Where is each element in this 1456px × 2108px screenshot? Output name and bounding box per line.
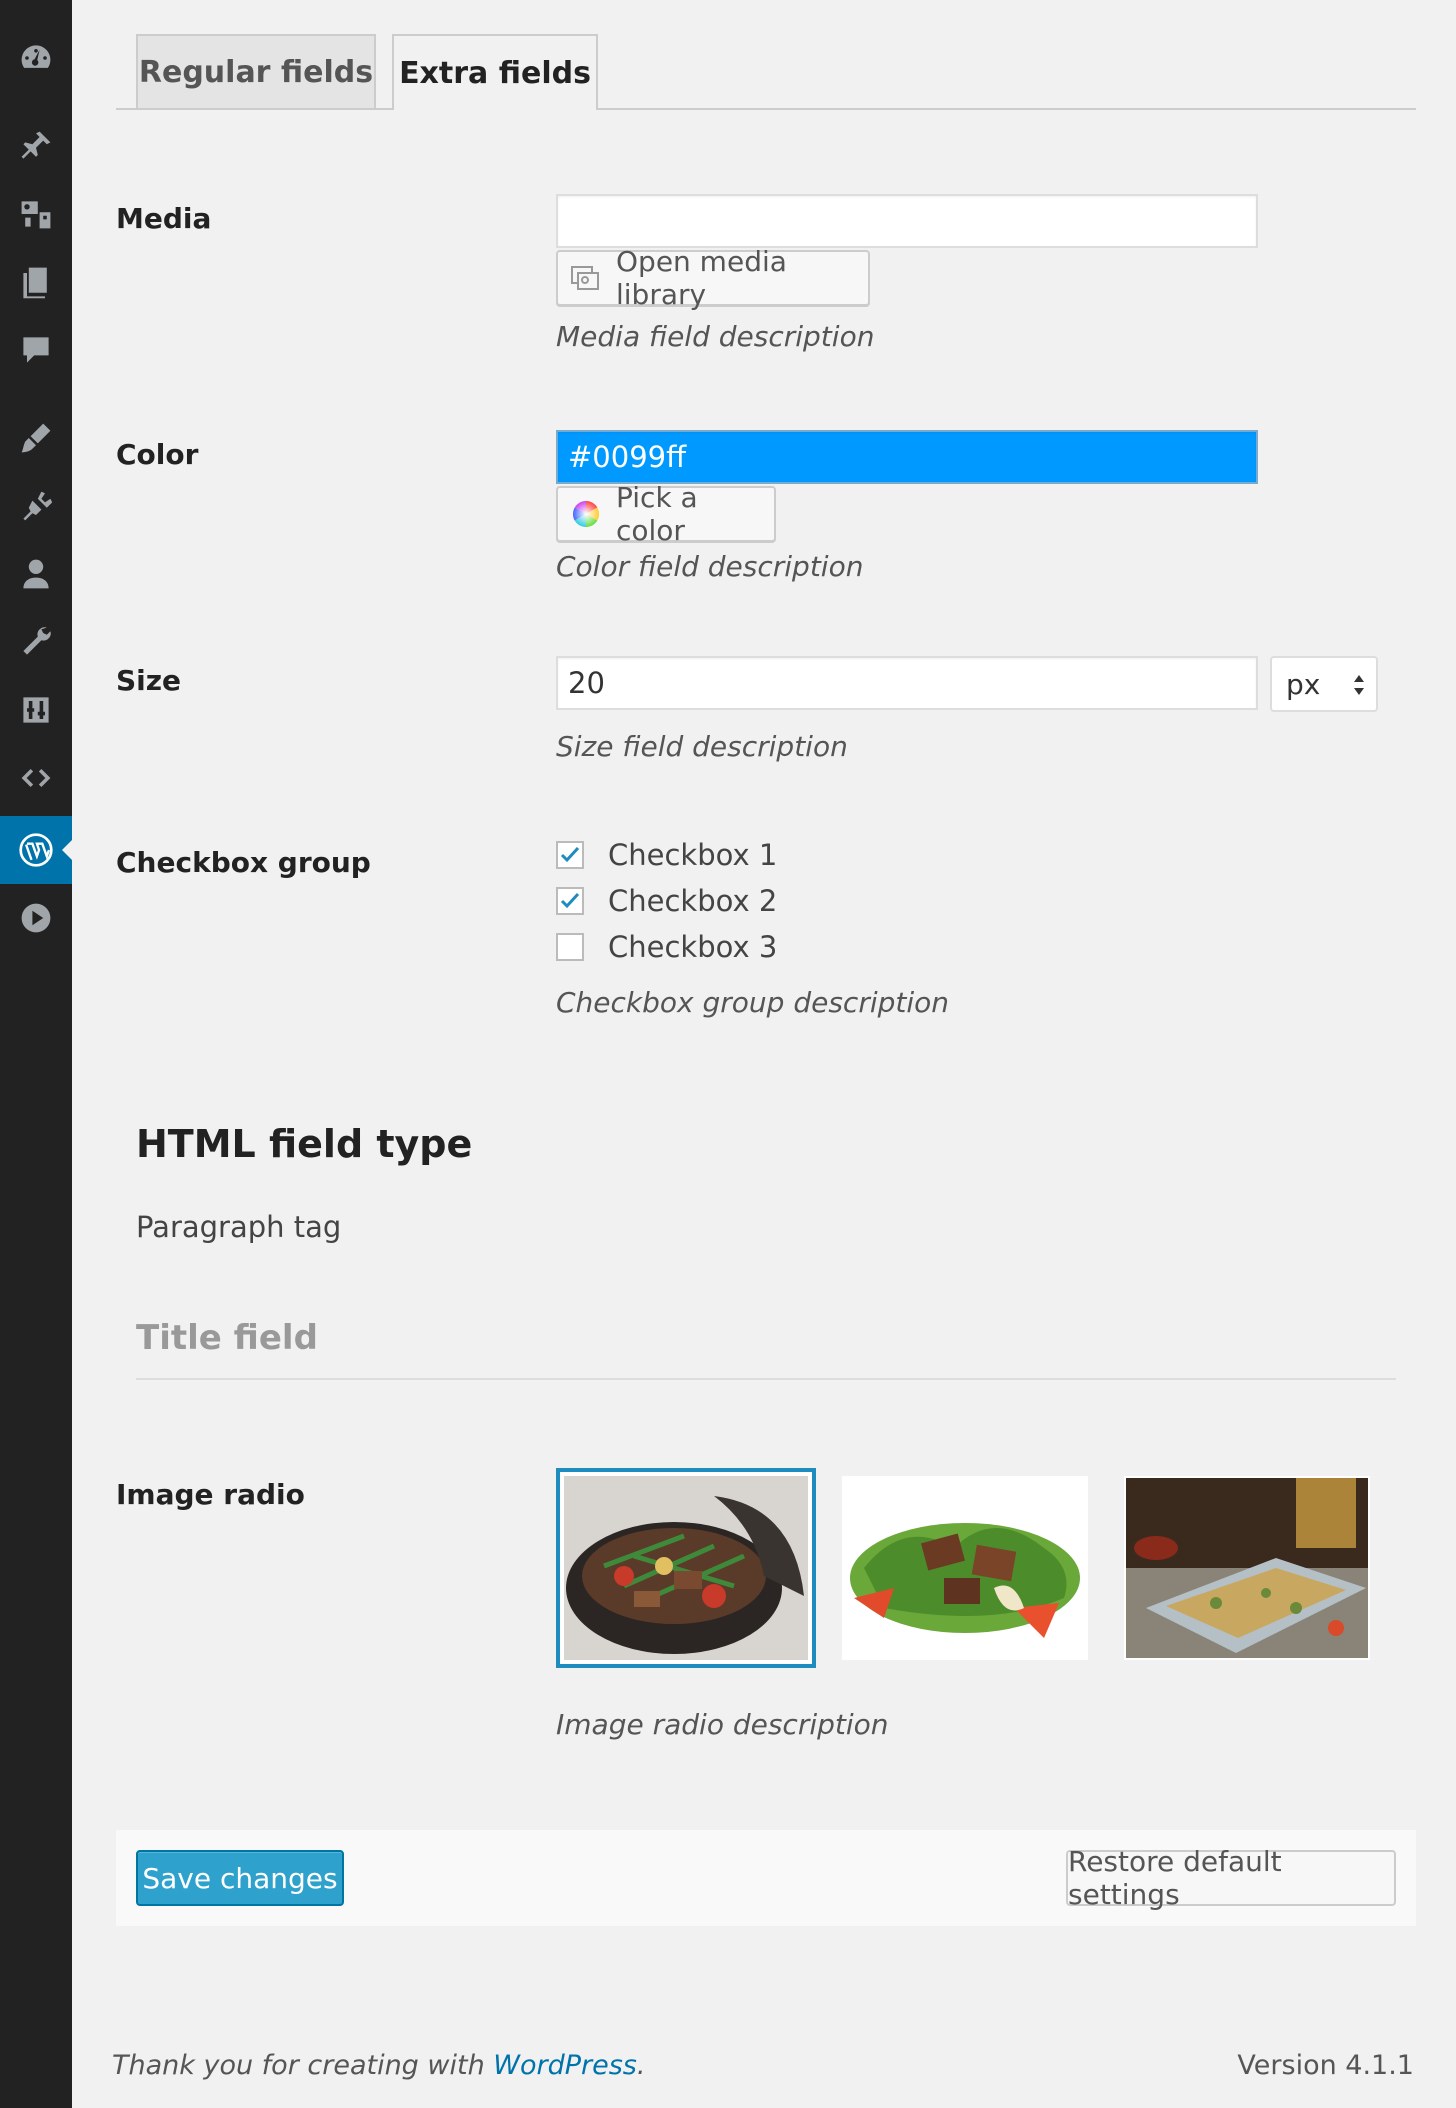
size-unit-select[interactable]: px xyxy=(1270,656,1378,712)
open-media-library-button[interactable]: Open media library xyxy=(556,245,870,311)
users-icon[interactable] xyxy=(0,540,72,608)
size-label: Size xyxy=(116,664,182,697)
admin-sidebar xyxy=(0,0,72,2108)
paragraph-text: Paragraph tag xyxy=(136,1210,342,1244)
size-description: Size field description xyxy=(556,730,848,763)
pages-icon[interactable] xyxy=(0,248,72,316)
dashboard-icon[interactable] xyxy=(0,24,72,92)
image-radio-description: Image radio description xyxy=(556,1708,889,1741)
pick-a-color-label: Pick a color xyxy=(616,481,698,547)
media-library-icon xyxy=(570,263,602,293)
footer-thanks: Thank you for creating with WordPress. xyxy=(112,2050,645,2081)
settings-icon[interactable] xyxy=(0,676,72,744)
html-field-heading: HTML field type xyxy=(136,1122,473,1166)
title-field: Title field xyxy=(136,1318,318,1358)
flatbread-image xyxy=(1126,1478,1368,1658)
checkmark-icon xyxy=(560,846,580,863)
save-changes-button[interactable]: Save changes xyxy=(136,1850,344,1906)
checkbox-2[interactable]: Checkbox 2 xyxy=(556,884,777,918)
image-radio-option-1[interactable] xyxy=(556,1468,816,1668)
footer-thanks-prefix: Thank you for creating with xyxy=(112,2050,494,2081)
footer-version: Version 4.1.1 xyxy=(1237,2050,1414,2081)
posts-pin-icon[interactable] xyxy=(0,112,72,180)
media-icon[interactable] xyxy=(0,180,72,248)
beef-salad-image xyxy=(844,1478,1086,1658)
tab-extra-fields[interactable]: Extra fields xyxy=(392,34,598,110)
appearance-brush-icon[interactable] xyxy=(0,404,72,472)
pick-a-color-button[interactable]: Pick a color xyxy=(556,481,776,547)
checkbox-3-label: Checkbox 3 xyxy=(608,930,778,964)
image-radio-label: Image radio xyxy=(116,1478,305,1511)
select-arrows-icon xyxy=(1352,672,1366,705)
checkbox-group-label: Checkbox group xyxy=(116,846,371,879)
wordpress-icon[interactable] xyxy=(0,816,72,884)
checkbox-2-label: Checkbox 2 xyxy=(608,884,778,918)
settings-page: Regular fields Extra fields Media Open m… xyxy=(72,0,1456,2108)
media-url-input[interactable] xyxy=(556,194,1258,248)
media-description: Media field description xyxy=(556,320,875,353)
plugins-icon[interactable] xyxy=(0,472,72,540)
restore-default-settings-button[interactable]: Restore default settings xyxy=(1066,1845,1396,1911)
color-label: Color xyxy=(116,438,199,471)
image-radio-option-3[interactable] xyxy=(1124,1476,1370,1660)
footer-thanks-suffix: . xyxy=(636,2050,646,2081)
tools-wrench-icon[interactable] xyxy=(0,608,72,676)
play-icon[interactable] xyxy=(0,884,72,952)
checkbox-3[interactable]: Checkbox 3 xyxy=(556,930,777,964)
comments-icon[interactable] xyxy=(0,316,72,384)
image-radio-option-2[interactable] xyxy=(842,1476,1088,1660)
tab-bar: Regular fields Extra fields xyxy=(116,34,1416,110)
checkbox-1-label: Checkbox 1 xyxy=(608,838,778,872)
actions-bar: Save changes Restore default settings xyxy=(116,1830,1416,1926)
color-wheel-icon xyxy=(572,500,600,528)
checkbox-1[interactable]: Checkbox 1 xyxy=(556,838,777,872)
checkbox-3-box[interactable] xyxy=(556,933,584,961)
checkbox-1-box[interactable] xyxy=(556,841,584,869)
code-icon[interactable] xyxy=(0,744,72,812)
checkmark-icon xyxy=(560,892,580,909)
color-description: Color field description xyxy=(556,550,864,583)
size-value-input[interactable]: 20 xyxy=(556,656,1258,710)
color-value-input[interactable]: #0099ff xyxy=(556,430,1258,484)
checkbox-2-box[interactable] xyxy=(556,887,584,915)
wordpress-link[interactable]: WordPress xyxy=(493,2050,637,2081)
open-media-library-label: Open media library xyxy=(616,245,787,311)
media-label: Media xyxy=(116,202,212,235)
checkbox-group-description: Checkbox group description xyxy=(556,986,950,1019)
title-divider xyxy=(136,1378,1396,1380)
size-unit-value: px xyxy=(1286,667,1321,701)
tab-regular-fields[interactable]: Regular fields xyxy=(136,34,376,108)
stew-pot-image xyxy=(564,1476,808,1660)
